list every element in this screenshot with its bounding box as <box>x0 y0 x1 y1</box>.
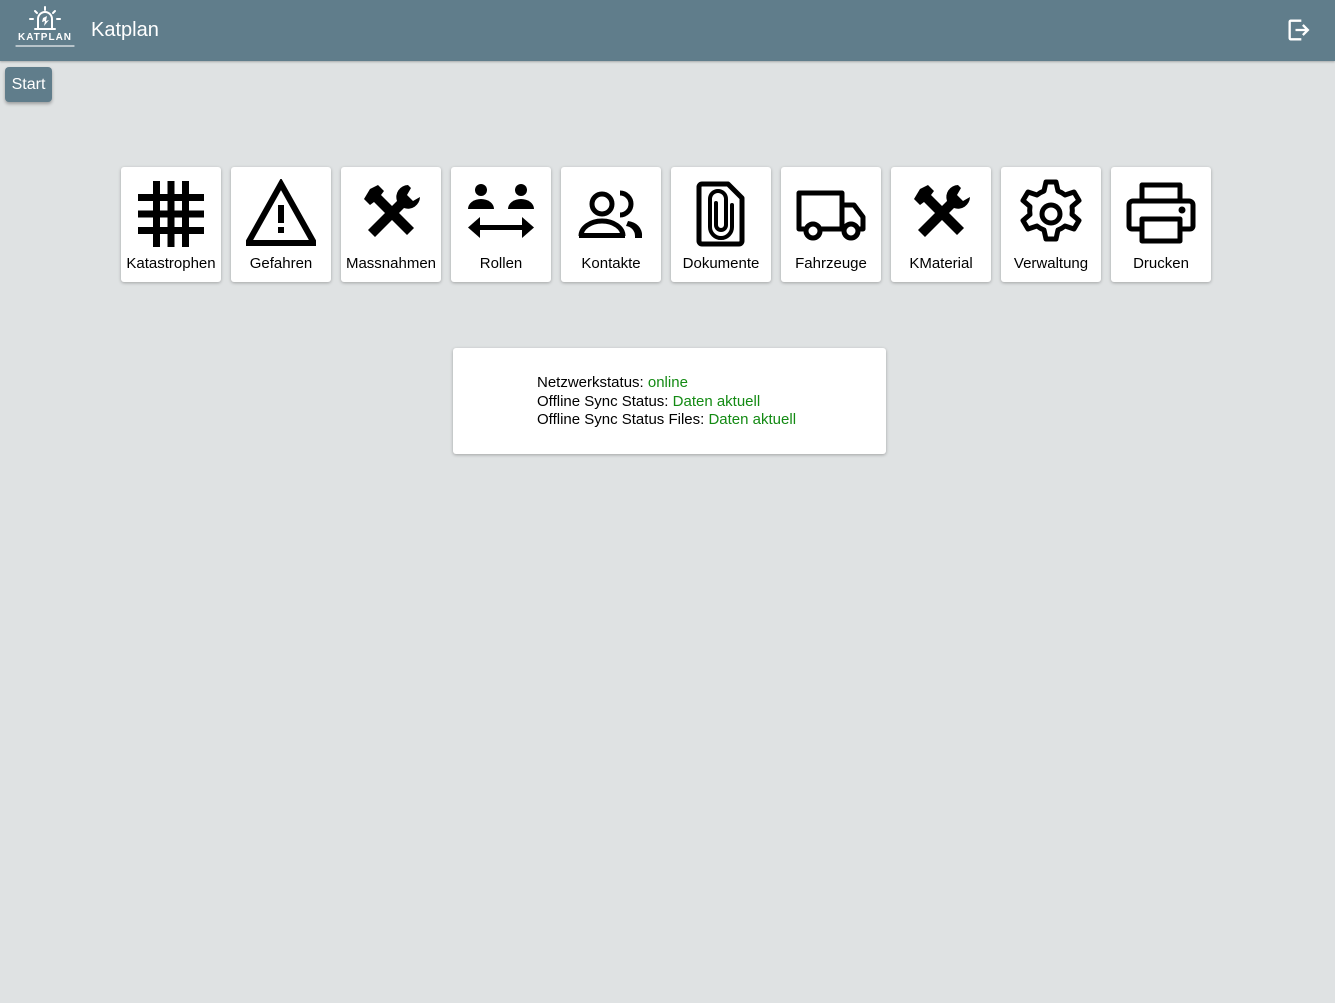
tile-label: Drucken <box>1133 255 1189 272</box>
attachment-document-icon <box>686 179 756 249</box>
files-sync-status-row: Offline Sync Status Files: Daten aktuell <box>537 411 796 430</box>
app-title: Katplan <box>91 19 159 41</box>
sync-status-row: Offline Sync Status: Daten aktuell <box>537 393 796 412</box>
module-tiles: Katastrophen Gefahren Massnahmen Rollen … <box>121 167 1211 282</box>
tile-dokumente[interactable]: Dokumente <box>671 167 771 282</box>
tile-verwaltung[interactable]: Verwaltung <box>1001 167 1101 282</box>
alarm-light-icon <box>29 6 61 30</box>
tile-label: Dokumente <box>682 255 760 272</box>
tile-massnahmen[interactable]: Massnahmen <box>341 167 441 282</box>
top-app-bar: KATPLAN Katplan <box>0 0 1335 61</box>
people-icon <box>576 179 646 249</box>
sync-status-label: Offline Sync Status: <box>537 392 669 410</box>
printer-icon <box>1126 179 1196 249</box>
network-status-label: Netzwerkstatus: <box>537 374 644 391</box>
tile-label: KMaterial <box>909 255 973 272</box>
tile-kontakte[interactable]: Kontakte <box>561 167 661 282</box>
katplan-logo: KATPLAN <box>14 6 76 54</box>
status-lines: Netzwerkstatus: online Offline Sync Stat… <box>537 374 796 430</box>
tile-fahrzeuge[interactable]: Fahrzeuge <box>781 167 881 282</box>
logout-icon <box>1288 19 1310 41</box>
logout-button[interactable] <box>1285 16 1313 44</box>
tile-drucken[interactable]: Drucken <box>1111 167 1211 282</box>
grid-icon <box>136 179 206 249</box>
tile-label: Katastrophen <box>126 255 216 272</box>
network-status-value: online <box>647 374 688 391</box>
network-status-row: Netzwerkstatus: online <box>537 374 796 393</box>
tile-label: Gefahren <box>249 255 313 272</box>
logo-text: KATPLAN <box>17 32 73 43</box>
tile-label: Fahrzeuge <box>795 255 867 272</box>
files-sync-status-label: Offline Sync Status Files: <box>537 411 705 428</box>
tile-katastrophen[interactable]: Katastrophen <box>121 167 221 282</box>
tools-icon <box>356 179 426 249</box>
tile-kmaterial[interactable]: KMaterial <box>891 167 991 282</box>
tools-icon <box>906 179 976 249</box>
tile-label: Rollen <box>479 255 523 272</box>
sync-status-value: Daten aktuell <box>672 392 761 410</box>
tile-rollen[interactable]: Rollen <box>451 167 551 282</box>
start-button[interactable]: Start <box>5 67 52 102</box>
tile-label: Kontakte <box>581 255 641 272</box>
warning-icon <box>246 179 316 249</box>
tile-label: Verwaltung <box>1013 255 1089 272</box>
tile-label: Massnahmen <box>345 255 437 272</box>
tile-gefahren[interactable]: Gefahren <box>231 167 331 282</box>
logo-tagline <box>15 45 75 47</box>
swap-people-icon <box>466 179 536 249</box>
gear-icon <box>1016 179 1086 249</box>
status-card: Netzwerkstatus: online Offline Sync Stat… <box>453 348 886 454</box>
files-sync-status-value: Daten aktuell <box>708 411 797 428</box>
truck-icon <box>796 179 866 249</box>
